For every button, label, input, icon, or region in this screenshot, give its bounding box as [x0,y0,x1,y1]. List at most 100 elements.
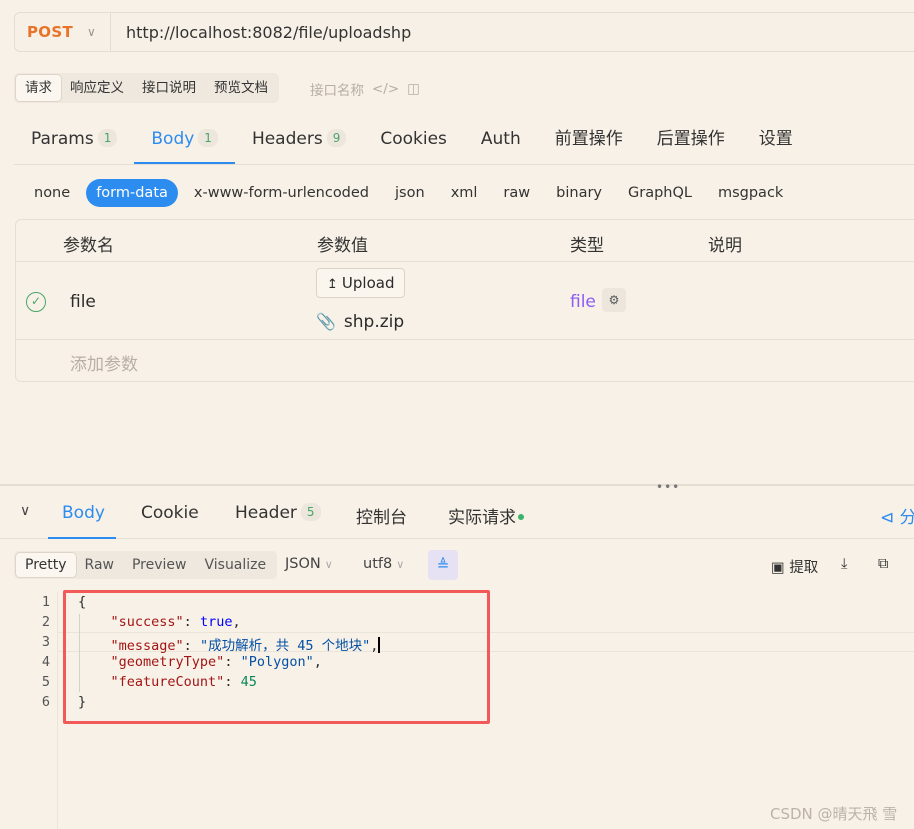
panel-icon[interactable]: ◫ [407,81,420,97]
count-badge: 1 [198,129,218,147]
count-badge: 9 [326,129,347,147]
subtab-api-description[interactable]: 接口说明 [133,75,205,101]
tab-cookies[interactable]: Cookies [363,118,464,164]
column-header: 参数名 [63,236,114,256]
body-type-urlencoded[interactable]: x-www-form-urlencoded [184,179,379,207]
tab-label: 前置操作 [554,129,623,149]
line-number: 3 [41,634,50,650]
response-tab-actual-request[interactable]: 实际请求 [448,503,524,528]
status-dot [518,514,524,520]
view-raw[interactable]: Raw [76,553,123,577]
body-type-xml[interactable]: xml [441,179,488,207]
chevron-down-icon: ∨ [396,558,405,571]
extract-icon: ▣ [771,560,785,576]
body-type-json[interactable]: json [385,179,435,207]
share-button[interactable]: ⊲ 分 [880,503,914,528]
code-icon[interactable]: </> [372,81,399,97]
tab-label: 后置操作 [656,129,725,149]
body-type-none[interactable]: none [24,179,80,207]
view-visualize[interactable]: Visualize [195,553,275,577]
tab-label: 实际请求 [448,508,516,528]
download-icon[interactable]: ⤓ [841,556,847,572]
response-tab-console[interactable]: 控制台 [356,503,407,528]
extract-button[interactable]: ▣ 提取 [771,556,818,577]
column-header: 参数值 [317,236,368,256]
method-select[interactable]: POST ∨ [15,13,111,51]
body-type-selector: none form-data x-www-form-urlencoded jso… [24,179,799,207]
tab-post-operations[interactable]: 后置操作 [640,118,742,164]
tab-pre-operations[interactable]: 前置操作 [538,118,640,164]
active-tab-indicator [48,537,116,539]
tab-body[interactable]: Body 1 [134,118,235,164]
copy-icon[interactable]: ⧉ [878,556,888,572]
drag-handle-icon[interactable]: ••• [656,480,680,494]
response-tab-cookie[interactable]: Cookie [141,503,199,523]
format-select[interactable]: JSON ∨ [285,556,333,572]
chevron-down-icon[interactable]: ∨ [20,503,30,519]
panel-divider[interactable] [0,484,914,486]
line-gutter: 1 2 3 4 5 6 [0,592,58,829]
tab-label: Params [31,129,94,149]
column-header: 说明 [708,236,742,256]
subtab-preview-doc[interactable]: 预览文档 [205,75,277,101]
line-number: 2 [41,614,50,630]
param-table: 参数名 参数值 类型 说明 ✓ file ↥ Upload 📎 shp.zip fi… [15,219,914,382]
line-number: 4 [41,654,50,670]
encoding-select[interactable]: utf8 ∨ [363,556,404,572]
share-label: 分 [899,508,914,528]
line-number: 5 [41,674,50,690]
tab-settings[interactable]: 设置 [742,118,810,164]
add-param-row: 添加参数 [16,340,914,380]
encoding-value: utf8 [363,556,393,572]
response-tab-body[interactable]: Body [62,503,105,523]
body-type-msgpack[interactable]: msgpack [708,179,793,207]
highlight-annotation-box [63,590,490,724]
body-type-raw[interactable]: raw [493,179,540,207]
subtab-response-definition[interactable]: 响应定义 [61,75,133,101]
body-type-binary[interactable]: binary [546,179,612,207]
method-label: POST [27,23,73,41]
body-type-graphql[interactable]: GraphQL [618,179,702,207]
tab-label: Headers [251,129,323,149]
api-name-input[interactable]: 接口名称 [310,79,364,99]
view-mode-selector: Pretty Raw Preview Visualize [14,551,278,579]
type-settings-icon[interactable]: ⚙ [602,288,626,312]
tab-label: Auth [480,129,521,149]
subtab-request[interactable]: 请求 [16,75,61,101]
request-tabs: Params 1 Body 1 Headers 9 Cookies Auth 前置操作… [14,118,914,165]
tab-label: Cookies [380,129,447,149]
line-number: 6 [41,694,50,710]
request-bar: POST ∨ http://localhost:8082/file/upload… [14,12,914,52]
uploaded-file[interactable]: 📎 shp.zip [316,312,404,332]
extract-label: 提取 [789,560,819,576]
add-param-input[interactable]: 添加参数 [70,350,138,375]
upload-icon: ↥ [327,277,338,292]
tab-label: Header [235,503,297,523]
tab-label: 设置 [758,129,793,149]
request-subtabs: 请求 响应定义 接口说明 预览文档 [14,73,279,103]
word-wrap-icon[interactable]: ≜ [428,550,458,580]
subtab-extra: 接口名称 </> ◫ [310,79,420,99]
body-type-form-data[interactable]: form-data [86,179,178,207]
tab-headers[interactable]: Headers 9 [235,118,363,164]
count-badge: 1 [97,129,118,147]
upload-button[interactable]: ↥ Upload [316,268,406,298]
url-input[interactable]: http://localhost:8082/file/uploadshp [111,23,411,42]
share-icon: ⊲ [880,508,895,528]
response-tab-header[interactable]: Header 5 [235,503,321,523]
paperclip-icon: 📎 [316,312,336,331]
tab-params[interactable]: Params 1 [14,118,134,164]
tab-label: Body [151,129,195,149]
param-type[interactable]: file [570,292,596,312]
param-table-header: 参数名 参数值 类型 说明 [16,220,914,262]
view-pretty[interactable]: Pretty [16,553,76,577]
check-circle-icon[interactable]: ✓ [26,292,46,312]
view-preview[interactable]: Preview [123,553,196,577]
param-name[interactable]: file [70,292,96,312]
file-name: shp.zip [343,312,405,332]
watermark: CSDN @晴天飛 雪 [770,805,898,823]
chevron-down-icon: ∨ [86,25,96,39]
tab-auth[interactable]: Auth [464,118,538,164]
upload-label: Upload [341,274,395,292]
format-value: JSON [285,556,321,572]
